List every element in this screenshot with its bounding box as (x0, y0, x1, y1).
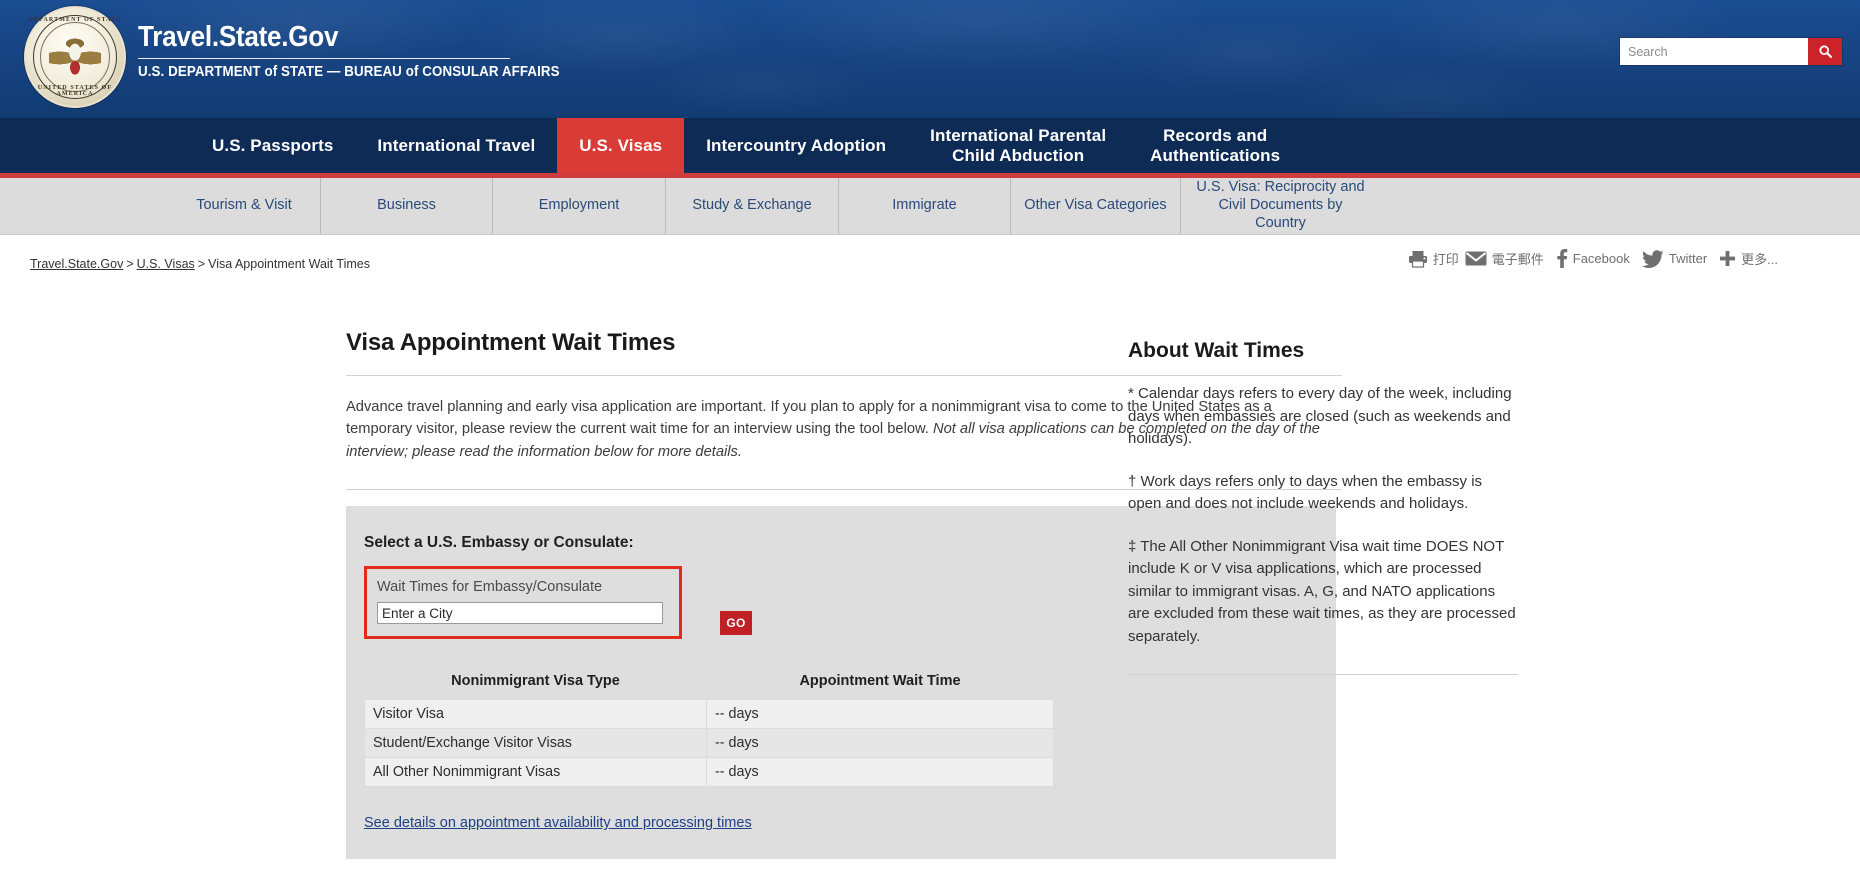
sidebar-title: About Wait Times (1128, 339, 1305, 362)
seal-text-bottom: UNITED STATES OF AMERICA (37, 85, 113, 97)
nav-item-us-passports[interactable]: U.S. Passports (190, 118, 355, 173)
primary-navigation: U.S. Passports International Travel U.S.… (0, 118, 1860, 178)
search-input[interactable] (1620, 38, 1808, 65)
page-title: Visa Appointment Wait Times (346, 329, 676, 356)
department-of-state-seal: DEPARTMENT OF STATE UNITED STATES OF AME… (24, 6, 126, 108)
site-header: DEPARTMENT OF STATE UNITED STATES OF AME… (0, 0, 1860, 118)
search-button[interactable] (1808, 38, 1842, 65)
page-body: Visa Appointment Wait Times Advance trav… (0, 293, 1860, 873)
site-search[interactable] (1620, 38, 1842, 65)
brand-divider (138, 58, 510, 60)
plus-icon (1720, 251, 1736, 266)
breadcrumb-share-row: Travel.State.Gov > U.S. Visas > Visa Appoint… (0, 235, 1860, 293)
lookup-row (377, 602, 669, 625)
nav-item-records-and-authentications[interactable]: Records and Authentications (1128, 118, 1302, 173)
secondary-navigation: Tourism & Visit Business Employment Stud… (0, 178, 1860, 235)
twitter-icon (1641, 249, 1664, 268)
breadcrumb-link-us-visas[interactable]: U.S. Visas (137, 257, 195, 271)
share-twitter-label: Twitter (1668, 251, 1708, 266)
printer-icon (1408, 250, 1427, 268)
lookup-legend: Wait Times for Embassy/Consulate (377, 579, 603, 596)
subnav-item-other-visa-categories[interactable]: Other Visa Categories (1010, 178, 1180, 234)
share-twitter[interactable]: Twitter (1641, 249, 1708, 268)
subnav-item-tourism-visit[interactable]: Tourism & Visit (168, 178, 320, 234)
breadcrumb-link-home[interactable]: Travel.State.Gov (30, 257, 123, 271)
table-row: Visitor Visa -- days (364, 699, 1054, 730)
nav-item-us-visas[interactable]: U.S. Visas (557, 118, 685, 173)
city-input[interactable] (377, 602, 663, 625)
cell-visa-type: Visitor Visa (364, 699, 707, 730)
envelope-icon (1465, 251, 1487, 266)
subnav-item-study-exchange[interactable]: Study & Exchange (665, 178, 838, 234)
go-button[interactable]: GO (720, 611, 752, 636)
share-email[interactable]: 電子郵件 (1465, 249, 1544, 268)
sidebar-divider (1128, 674, 1518, 675)
table-header-row: Nonimmigrant Visa Type Appointment Wait … (365, 673, 1054, 700)
subnav-item-business[interactable]: Business (320, 178, 492, 234)
brand-title: Travel.State.Gov (138, 21, 339, 53)
appointment-details-link[interactable]: See details on appointment availability … (364, 815, 752, 831)
subnav-item-employment[interactable]: Employment (492, 178, 665, 234)
share-print-label: 打印 (1432, 252, 1459, 267)
subnav-item-reciprocity-civil-documents[interactable]: U.S. Visa: Reciprocity and Civil Documen… (1180, 178, 1380, 234)
share-more[interactable]: 更多... (1719, 249, 1778, 268)
share-facebook-label: Facebook (1572, 251, 1630, 266)
column-header-wait-time: Appointment Wait Time (799, 673, 961, 690)
share-facebook[interactable]: Facebook (1554, 249, 1630, 268)
facebook-icon (1557, 249, 1568, 268)
subnav-item-immigrate[interactable]: Immigrate (838, 178, 1010, 234)
share-print[interactable]: 打印 (1408, 249, 1459, 268)
sidebar-note-all-other-visas: ‡ The All Other Nonimmigrant Visa wait t… (1128, 537, 1516, 645)
eagle-icon (49, 33, 101, 81)
brand[interactable]: Travel.State.Gov U.S. DEPARTMENT of STAT… (138, 22, 596, 80)
cell-visa-type: All Other Nonimmigrant Visas (364, 757, 707, 788)
embassy-lookup-box: Wait Times for Embassy/Consulate GO (364, 566, 775, 640)
cell-wait-time: -- days (706, 757, 1054, 788)
nav-item-international-travel[interactable]: International Travel (355, 118, 557, 173)
cell-visa-type: Student/Exchange Visitor Visas (364, 728, 707, 759)
brand-subtitle: U.S. DEPARTMENT of STATE — BUREAU of CON… (138, 64, 560, 81)
share-more-label: 更多... (1741, 252, 1778, 267)
breadcrumb: Travel.State.Gov > U.S. Visas > Visa Appoint… (30, 257, 370, 271)
wait-times-table: Nonimmigrant Visa Type Appointment Wait … (364, 673, 1054, 788)
sidebar-note-work-days: † Work days refers only to days when the… (1128, 472, 1483, 513)
main-column: Visa Appointment Wait Times Advance trav… (30, 293, 1342, 873)
seal-text-top: DEPARTMENT OF STATE (28, 17, 122, 23)
share-bar: 打印 電子郵件 Facebook Twitter 更多... (1408, 249, 1778, 268)
nav-item-intercountry-adoption[interactable]: Intercountry Adoption (684, 118, 908, 173)
cell-wait-time: -- days (706, 699, 1054, 730)
sidebar-column: About Wait Times * Calendar days refers … (1060, 293, 1530, 873)
search-icon (1818, 45, 1832, 59)
nav-item-international-parental-child-abduction[interactable]: International Parental Child Abduction (908, 118, 1128, 173)
cell-wait-time: -- days (706, 728, 1054, 759)
table-row: All Other Nonimmigrant Visas -- days (364, 757, 1054, 788)
breadcrumb-separator: > (197, 257, 206, 271)
breadcrumb-current: Visa Appointment Wait Times (208, 257, 370, 271)
table-row: Student/Exchange Visitor Visas -- days (364, 728, 1054, 759)
breadcrumb-separator: > (126, 257, 134, 271)
column-header-visa-type: Nonimmigrant Visa Type (451, 673, 620, 690)
share-email-label: 電子郵件 (1491, 252, 1544, 267)
sidebar-note-calendar-days: * Calendar days refers to every day of t… (1128, 385, 1512, 447)
